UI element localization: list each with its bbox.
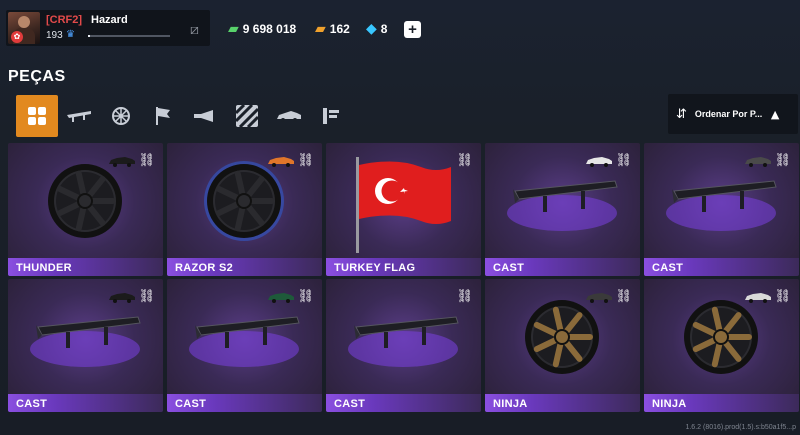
link-icon[interactable]: ⛓ <box>615 153 632 168</box>
car-thumbnail-icon <box>109 293 135 303</box>
car-thumbnail-icon <box>268 157 294 167</box>
tab-bodykits[interactable] <box>268 95 310 137</box>
part-name: NINJA <box>493 398 528 410</box>
flag-icon <box>156 107 170 125</box>
part-card[interactable]: ⛓ NINJA <box>485 279 640 412</box>
car-thumbnail-icon <box>745 293 771 303</box>
top-bar: ✿ [CRF2] Hazard 193 ♛ ⧄ ▰ 9 698 018 ▰ 16… <box>0 0 800 48</box>
link-icon[interactable]: ⛓ <box>138 153 155 168</box>
pattern-icon <box>236 105 258 127</box>
link-icon[interactable]: ⛓ <box>615 289 632 304</box>
car-thumbnail-icon <box>268 293 294 303</box>
gems-currency[interactable]: ◆ 8 <box>366 21 387 37</box>
gold-amount: 162 <box>329 22 350 36</box>
tab-flags[interactable] <box>142 95 184 137</box>
car-thumbnail-icon <box>745 157 771 167</box>
part-card[interactable]: ⛓ RAZOR S2 <box>167 143 322 276</box>
cash-currency[interactable]: ▰ 9 698 018 <box>228 21 296 37</box>
part-name: CAST <box>652 262 684 274</box>
part-name: CAST <box>493 262 525 274</box>
link-icon[interactable]: ⛓ <box>774 153 791 168</box>
player-level: 193 <box>46 30 63 41</box>
sort-dropdown[interactable]: ⇵ Ordenar Por P... ▲ <box>668 94 798 134</box>
cash-icon: ▰ <box>228 21 239 37</box>
car-thumbnail-icon <box>586 293 612 303</box>
gems-amount: 8 <box>380 22 388 36</box>
gold-icon: ▰ <box>315 21 326 37</box>
part-card[interactable]: ⛓ CAST <box>644 143 799 276</box>
gem-icon: ◆ <box>366 21 377 37</box>
part-name: CAST <box>16 398 48 410</box>
part-name: CAST <box>334 398 366 410</box>
link-icon[interactable]: ⛓ <box>774 289 791 304</box>
link-icon[interactable]: ⛓ <box>138 289 155 304</box>
part-name: NINJA <box>652 398 687 410</box>
tab-wheels[interactable] <box>100 95 142 137</box>
level-crown-icon: ♛ <box>66 29 75 40</box>
cash-amount: 9 698 018 <box>242 22 297 36</box>
part-name: TURKEY FLAG <box>334 262 416 274</box>
link-icon[interactable]: ⛓ <box>297 289 314 304</box>
part-name: RAZOR S2 <box>175 262 234 274</box>
exhaust-icon <box>323 108 339 124</box>
tab-horns[interactable] <box>184 95 226 137</box>
xp-progress-bar <box>88 35 170 37</box>
gold-currency[interactable]: ▰ 162 <box>315 21 350 37</box>
link-icon[interactable]: ⛓ <box>456 153 473 168</box>
tab-exhaust[interactable] <box>310 95 352 137</box>
tab-patterns[interactable] <box>226 95 268 137</box>
tab-all[interactable] <box>16 95 58 137</box>
part-card[interactable]: ⛓ CAST <box>326 279 481 412</box>
grid-icon <box>28 107 46 125</box>
crew-tag: [CRF2] <box>46 14 83 26</box>
no-signal-icon: ⧄ <box>190 22 199 38</box>
page-title: PEÇAS <box>8 68 66 85</box>
car-thumbnail-icon <box>109 157 135 167</box>
link-icon[interactable]: ⛓ <box>456 289 473 304</box>
version-text: 1.6.2 (8016).prod(1.5).s:b50a1f5...p <box>685 424 796 431</box>
part-name: THUNDER <box>16 262 72 274</box>
caret-up-icon: ▲ <box>770 107 780 121</box>
part-card[interactable]: ⛓ NINJA <box>644 279 799 412</box>
add-currency-button[interactable]: + <box>404 21 421 38</box>
part-card[interactable]: ⛓ CAST <box>8 279 163 412</box>
xp-progress-fill <box>88 35 90 37</box>
avatar[interactable]: ✿ <box>8 12 40 44</box>
category-tabs <box>16 95 352 137</box>
part-card[interactable]: ⛓ THUNDER <box>8 143 163 276</box>
part-card[interactable]: ⛓ CAST <box>167 279 322 412</box>
part-name: CAST <box>175 398 207 410</box>
car-body-icon <box>277 111 301 122</box>
sort-label: Ordenar Por P... <box>694 109 763 119</box>
link-icon[interactable]: ⛓ <box>297 153 314 168</box>
rim-icon <box>112 107 130 125</box>
tab-spoilers[interactable] <box>58 95 100 137</box>
part-card[interactable]: ⛓ TURKEY FLAG <box>326 143 481 276</box>
crew-badge-icon: ✿ <box>11 31 23 43</box>
horn-icon <box>194 110 213 122</box>
player-name: Hazard <box>91 14 128 26</box>
sort-icon: ⇵ <box>676 106 687 122</box>
car-thumbnail-icon <box>586 157 612 167</box>
spoiler-icon <box>67 111 91 122</box>
player-profile[interactable]: ✿ [CRF2] Hazard 193 ♛ <box>6 10 210 46</box>
part-card[interactable]: ⛓ CAST <box>485 143 640 276</box>
